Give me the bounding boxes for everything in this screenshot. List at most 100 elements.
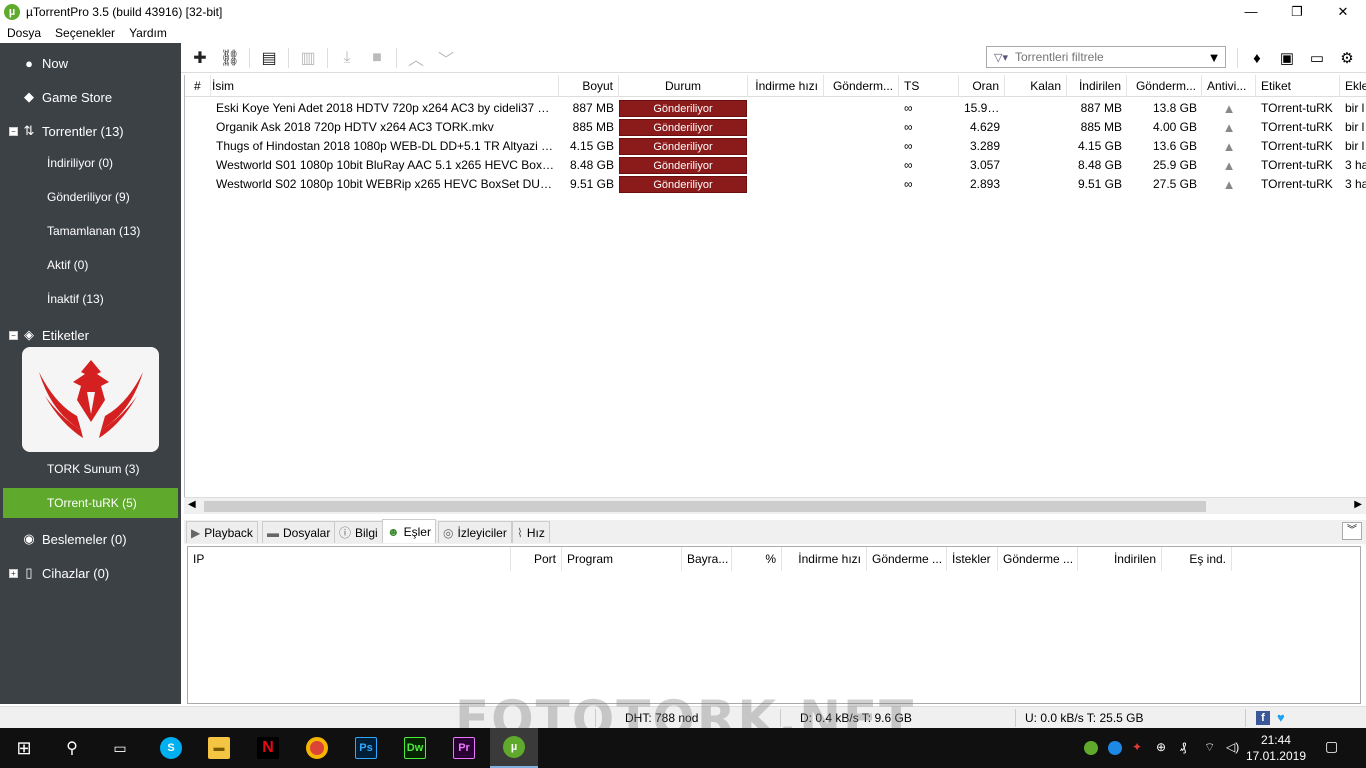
start-button[interactable]: ⤓	[332, 43, 362, 73]
scroll-right-icon[interactable]: ▶	[1354, 499, 1362, 510]
tab-info[interactable]: ⓘ Bilgi	[334, 521, 383, 543]
peer-col-requests[interactable]: İstekler	[947, 547, 998, 571]
collapse-icon[interactable]: −	[9, 126, 18, 136]
maximize-button[interactable]: ❐	[1274, 0, 1320, 23]
add-torrent-button[interactable]: ✚	[185, 43, 215, 73]
col-ratio[interactable]: Oran	[959, 75, 1005, 97]
peer-col-downloaded[interactable]: İndirilen	[1078, 547, 1162, 571]
taskbar-chrome[interactable]	[293, 728, 341, 768]
table-row[interactable]: Westworld S01 1080p 10bit BluRay AAC 5.1…	[185, 156, 1366, 175]
table-row[interactable]: Eski Koye Yeni Adet 2018 HDTV 720p x264 …	[185, 99, 1366, 118]
filter-input[interactable]	[1015, 50, 1203, 64]
tips-button[interactable]: ♦	[1242, 43, 1272, 73]
notifications-icon[interactable]: ▢	[1325, 738, 1338, 755]
taskbar-skype[interactable]: S	[147, 728, 195, 768]
stop-button[interactable]: ■	[362, 43, 392, 73]
scroll-left-icon[interactable]: ◀	[188, 499, 196, 510]
collapse-panel-button[interactable]: ︾	[1342, 522, 1362, 540]
sidebar-item-active[interactable]: Aktif (0)	[0, 250, 181, 280]
menu-file[interactable]: Dosya	[7, 26, 41, 40]
tab-speed[interactable]: ⌇ Hız	[512, 521, 550, 543]
clock[interactable]: 21:44 17.01.2019	[1246, 732, 1306, 764]
close-button[interactable]: ✕	[1320, 0, 1366, 23]
peer-col-ip[interactable]: IP	[188, 547, 511, 571]
col-ts[interactable]: TS	[899, 75, 959, 97]
scrollbar-thumb[interactable]	[204, 501, 1206, 512]
col-added[interactable]: Ekle	[1340, 75, 1366, 97]
taskbar-premiere[interactable]: Pr	[440, 728, 488, 768]
col-label[interactable]: Etiket	[1256, 75, 1340, 97]
tray-app-icon[interactable]: ✦	[1132, 740, 1142, 754]
taskbar-dreamweaver[interactable]: Dw	[391, 728, 439, 768]
peer-col-port[interactable]: Port	[511, 547, 562, 571]
remote-button[interactable]: ▭	[1302, 43, 1332, 73]
taskbar-explorer[interactable]: ▬	[195, 728, 243, 768]
sidebar-item-downloading[interactable]: İndiriliyor (0)	[0, 148, 181, 178]
peer-col-percent[interactable]: %	[732, 547, 782, 571]
settings-button[interactable]: ⚙	[1332, 43, 1362, 73]
volume-icon[interactable]: ◁)	[1226, 740, 1239, 754]
tray-sync-icon[interactable]	[1108, 741, 1122, 755]
sidebar-item-seeding[interactable]: Gönderiliyor (9)	[0, 182, 181, 212]
peer-col-uploaded[interactable]: Gönderme ...	[998, 547, 1078, 571]
chat-button[interactable]: ▣	[1272, 43, 1302, 73]
table-row[interactable]: Thugs of Hindostan 2018 1080p WEB-DL DD+…	[185, 137, 1366, 156]
facebook-icon[interactable]: f	[1256, 711, 1270, 725]
tray-network-icon[interactable]: ⊕	[1156, 740, 1166, 754]
tray-utorrent-icon[interactable]	[1084, 741, 1098, 755]
taskbar-netflix[interactable]: N	[244, 728, 292, 768]
add-url-button[interactable]: ⛓	[215, 43, 245, 73]
search-button[interactable]: ⚲	[48, 728, 96, 768]
sidebar-item-now[interactable]: ● Now	[0, 48, 181, 78]
sidebar-item-feeds[interactable]: ◉ Beslemeler (0)	[0, 524, 181, 554]
twitter-icon[interactable]: ♥	[1277, 710, 1285, 725]
menu-help[interactable]: Yardım	[129, 26, 167, 40]
col-size[interactable]: Boyut	[559, 75, 619, 97]
create-torrent-button[interactable]: ▤	[254, 43, 284, 73]
peer-col-upload-speed[interactable]: Gönderme ...	[867, 547, 947, 571]
col-upload-speed[interactable]: Gönderm...	[824, 75, 899, 97]
sidebar-item-game-store[interactable]: ◆ Game Store	[0, 82, 181, 112]
col-name[interactable]: İsim	[207, 75, 559, 97]
torrent-filter[interactable]: ▽▾ ▼	[986, 46, 1226, 68]
wifi-icon[interactable]: ⌔	[1204, 740, 1215, 755]
start-button[interactable]: ⊞	[0, 728, 48, 768]
menu-options[interactable]: Seçenekler	[55, 26, 115, 40]
filter-dropdown-icon[interactable]: ▽▾	[987, 51, 1015, 64]
sidebar-item-torrents[interactable]: − ⇅ Torrentler (13)	[0, 116, 181, 146]
task-view-button[interactable]: ▭	[96, 728, 144, 768]
funnel-icon[interactable]: ▼	[1203, 50, 1225, 65]
tab-peers[interactable]: ☻ Eşler	[382, 519, 436, 543]
sidebar-item-completed[interactable]: Tamamlanan (13)	[0, 216, 181, 246]
taskbar-photoshop[interactable]: Ps	[342, 728, 390, 768]
col-downloaded[interactable]: İndirilen	[1067, 75, 1127, 97]
sidebar-item-devices[interactable]: + ▯ Cihazlar (0)	[0, 558, 181, 588]
tab-playback[interactable]: ▶ Playback	[186, 521, 258, 543]
peer-col-program[interactable]: Program	[562, 547, 682, 571]
col-status[interactable]: Durum	[619, 75, 748, 97]
horizontal-scrollbar[interactable]: ◀ ▶	[184, 497, 1366, 514]
sidebar-item-torrent-turk[interactable]: TOrrent-tuRK (5)	[3, 488, 178, 518]
move-up-button[interactable]: ︿	[401, 43, 431, 73]
table-row[interactable]: Organik Ask 2018 720p HDTV x264 AC3 TORK…	[185, 118, 1366, 137]
move-down-button[interactable]: ﹀	[431, 43, 461, 73]
peer-col-peer-download[interactable]: Eş ind.	[1162, 547, 1232, 571]
tray-language-icon[interactable]: ₰	[1180, 740, 1186, 754]
remove-button[interactable]: ▥	[293, 43, 323, 73]
minimize-button[interactable]: —	[1228, 0, 1274, 23]
collapse-icon[interactable]: −	[9, 330, 18, 340]
sidebar-item-tork-sunum[interactable]: TORK Sunum (3)	[0, 454, 181, 484]
col-uploaded[interactable]: Gönderm...	[1127, 75, 1202, 97]
sidebar-item-labels[interactable]: − ◈ Etiketler	[0, 320, 181, 350]
table-row[interactable]: Westworld S02 1080p 10bit WEBRip x265 HE…	[185, 175, 1366, 194]
col-download-speed[interactable]: İndirme hızı	[748, 75, 824, 97]
taskbar-utorrent[interactable]: µ	[490, 728, 538, 768]
col-antivirus[interactable]: Antivi...	[1202, 75, 1256, 97]
peer-col-flags[interactable]: Bayra...	[682, 547, 732, 571]
expand-icon[interactable]: +	[9, 568, 18, 578]
tab-files[interactable]: ▬ Dosyalar	[262, 521, 336, 543]
tab-trackers[interactable]: ◎ İzleyiciler	[438, 521, 512, 543]
sidebar-item-inactive[interactable]: İnaktif (13)	[0, 284, 181, 314]
col-remaining[interactable]: Kalan	[1005, 75, 1067, 97]
peer-col-download-speed[interactable]: İndirme hızı	[782, 547, 867, 571]
